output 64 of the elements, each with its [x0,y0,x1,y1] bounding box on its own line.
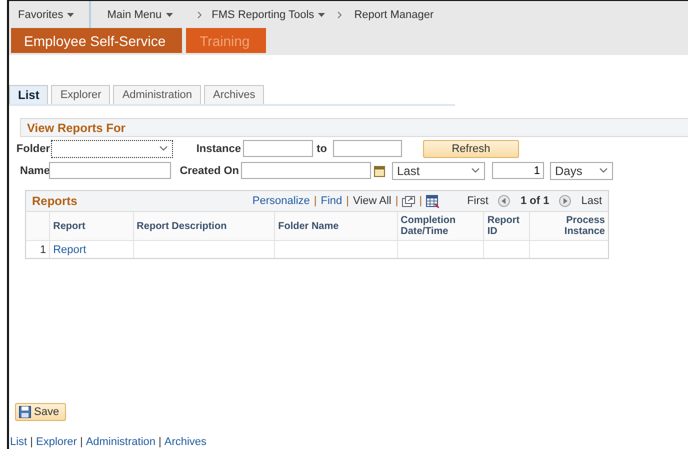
homepage-tab[interactable]: Employee Self-Service [11,28,182,53]
report-link[interactable]: Report [53,244,86,256]
field-label: Created On [178,164,239,176]
field-label: Instance [195,142,241,154]
input-field[interactable]: 1 [492,162,544,179]
input-field[interactable] [241,162,371,179]
separator-text: | [80,436,83,448]
save-button[interactable]: Save [15,403,66,421]
column-header: Report ID [484,212,530,240]
separator-text: | [158,436,162,448]
pager-text: Last [581,195,602,207]
footer-link[interactable]: List [10,436,28,448]
chevron-down-icon [159,146,168,151]
pager-text: First [467,195,488,207]
previous-icon[interactable] [498,195,510,207]
separator-text: | [314,195,317,207]
column-header: Completion Date/Time [397,212,484,240]
menu-link[interactable]: FMS Reporting Tools [212,8,326,20]
field-label: Folder [16,142,50,154]
dropdown[interactable] [51,140,173,158]
breadcrumb-text: Report Manager [354,8,434,20]
caret-icon [166,12,173,16]
column-header: Report Description [133,212,275,240]
field-label: Name [20,164,48,176]
separator-text: | [395,195,398,207]
section-header: View Reports For [20,118,688,137]
chevron-icon [337,10,342,18]
grid-link[interactable]: Personalize [252,195,310,207]
chevron-down-icon [471,168,480,173]
caret-icon [67,12,74,16]
input-field[interactable] [49,162,171,179]
input-field[interactable] [243,140,313,157]
footer-link[interactable]: Administration [86,436,156,448]
separator-text: | [30,436,33,448]
dropdown[interactable]: Days [550,162,613,180]
column-header: Report [50,212,134,240]
menu-link[interactable]: Favorites [18,8,74,20]
grid-link[interactable]: View All [353,195,392,207]
column-header: Process Instance [530,212,608,240]
footer-link[interactable]: Archives [164,436,207,448]
popup-window-icon[interactable] [402,196,416,206]
tab[interactable]: List [9,85,48,104]
dropdown[interactable]: Last [392,162,485,180]
next-icon[interactable] [559,195,572,207]
chevron-icon [196,10,202,18]
separator-text: | [419,195,422,207]
refresh-button[interactable]: Refresh [423,140,519,158]
tab[interactable]: Archives [204,85,264,104]
tab[interactable]: Explorer [51,85,110,104]
grid-title: Reports [32,194,78,208]
spreadsheet-icon[interactable] [426,194,440,208]
grid-link[interactable]: Find [320,195,342,207]
chevron-down-icon [599,168,608,173]
calendar-icon[interactable] [374,164,385,176]
footer-link[interactable]: Explorer [36,436,77,448]
row-number: 1 [26,240,50,258]
column-header: Folder Name [274,212,398,240]
input-field[interactable] [333,140,402,157]
separator-text: | [346,195,350,207]
tab[interactable]: Administration [113,85,202,104]
pager-count: 1 of 1 [520,195,550,207]
field-label: to [316,142,327,154]
menu-link[interactable]: Main Menu [107,8,173,20]
caret-icon [318,12,326,16]
